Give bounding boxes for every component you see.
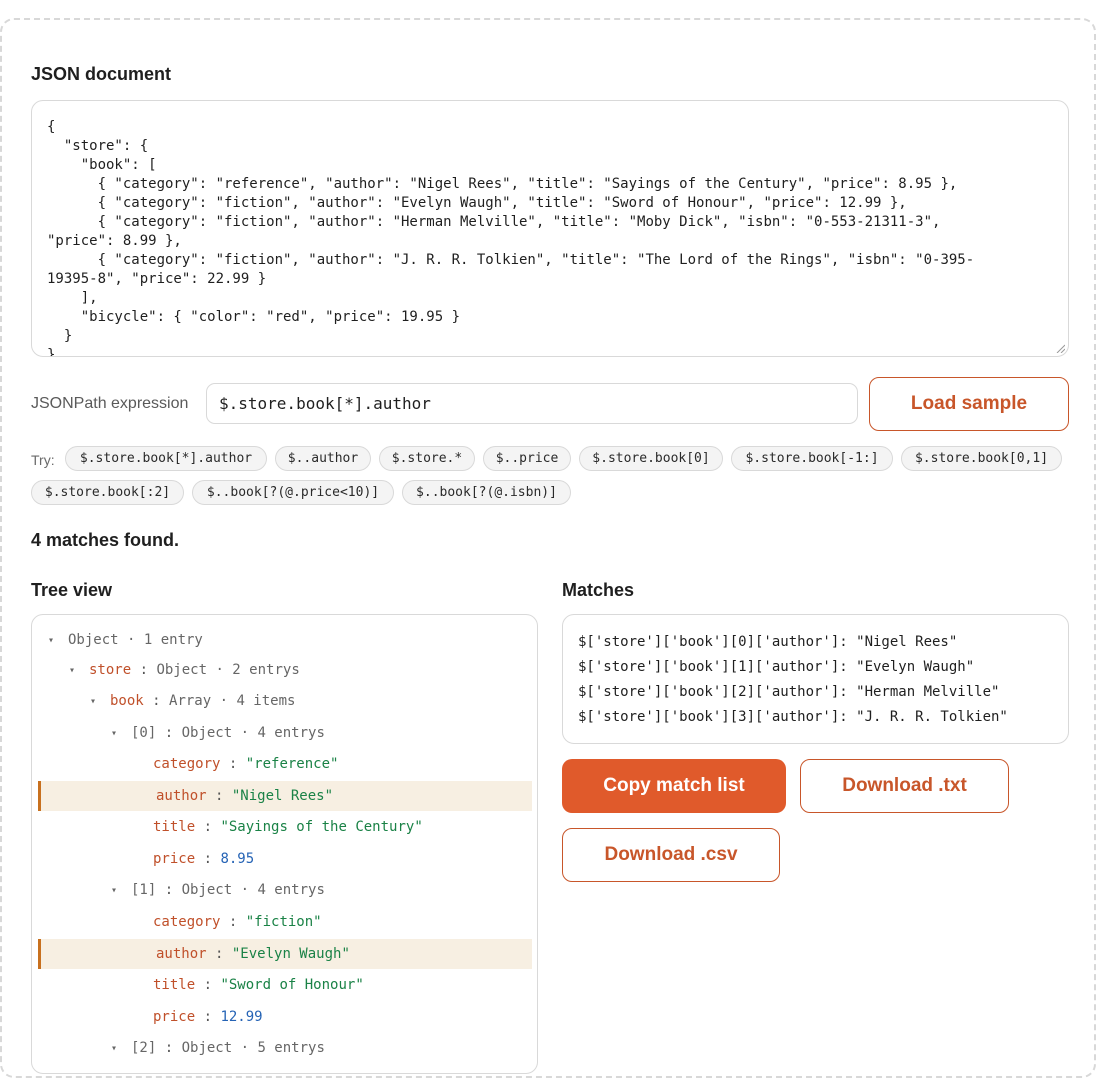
tree-view-panel: ▾ Object · 1 entry ▾ store : Object · 2 … bbox=[31, 614, 538, 1074]
tree-view-heading: Tree view bbox=[31, 580, 113, 600]
caret-down-icon[interactable]: ▾ bbox=[90, 696, 110, 707]
tree-node-root[interactable]: ▾ Object · 1 entry bbox=[38, 625, 542, 655]
tree-leaf[interactable]: category : "fiction" bbox=[38, 907, 647, 937]
download-txt-button[interactable]: Download .txt bbox=[800, 759, 1009, 813]
caret-down-icon[interactable]: ▾ bbox=[48, 635, 68, 646]
tree-leaf[interactable]: price : 12.99 bbox=[38, 1002, 647, 1032]
tree-leaf-matched[interactable]: author : "Evelyn Waugh" bbox=[38, 939, 532, 969]
tree-leaf-matched[interactable]: author : "Nigel Rees" bbox=[38, 781, 532, 811]
tree-leaf[interactable]: category : "reference" bbox=[38, 749, 647, 779]
example-chip[interactable]: $..author bbox=[275, 446, 371, 471]
caret-down-icon[interactable]: ▾ bbox=[111, 1043, 131, 1054]
tree-leaf[interactable]: title : "Sword of Honour" bbox=[38, 970, 647, 1000]
tree-node-book-0[interactable]: ▾ [0] : Object · 4 entrys bbox=[38, 718, 605, 748]
example-chip[interactable]: $.store.book[:2] bbox=[31, 480, 184, 505]
tree-leaf[interactable]: title : "Sayings of the Century" bbox=[38, 812, 647, 842]
caret-down-icon[interactable]: ▾ bbox=[111, 885, 131, 896]
tree-node-store[interactable]: ▾ store : Object · 2 entrys bbox=[38, 655, 563, 685]
example-chip[interactable]: $.store.book[*].author bbox=[65, 446, 267, 471]
caret-down-icon[interactable]: ▾ bbox=[111, 728, 131, 739]
match-count-status: 4 matches found. bbox=[31, 530, 180, 550]
resize-grip-icon[interactable] bbox=[1055, 343, 1065, 353]
example-chip[interactable]: $.store.book[0,1] bbox=[901, 446, 1062, 471]
example-chip[interactable]: $.store.book[0] bbox=[579, 446, 723, 471]
try-label: Try: bbox=[31, 452, 55, 468]
caret-down-icon[interactable]: ▾ bbox=[69, 665, 89, 676]
example-chip[interactable]: $..price bbox=[483, 446, 571, 471]
download-csv-button[interactable]: Download .csv bbox=[562, 828, 780, 882]
tree-node-book-2[interactable]: ▾ [2] : Object · 5 entrys bbox=[38, 1033, 605, 1063]
jsonpath-expression-label: JSONPath expression bbox=[31, 395, 189, 412]
matches-panel: $['store']['book'][0]['author']: "Nigel … bbox=[562, 614, 1069, 744]
example-chip[interactable]: $.store.* bbox=[379, 446, 475, 471]
json-document-content: { "store": { "book": [ { "category": "re… bbox=[47, 119, 975, 357]
tree-node-book[interactable]: ▾ book : Array · 4 items bbox=[38, 686, 584, 716]
matches-heading: Matches bbox=[562, 580, 635, 600]
load-sample-button[interactable]: Load sample bbox=[869, 377, 1069, 431]
match-line: $['store']['book'][2]['author']: "Herman… bbox=[578, 684, 1000, 700]
match-line: $['store']['book'][3]['author']: "J. R. … bbox=[578, 709, 1008, 725]
json-document-heading: JSON document bbox=[31, 64, 172, 84]
example-chip[interactable]: $..book[?(@.isbn)] bbox=[402, 480, 571, 505]
match-line: $['store']['book'][1]['author']: "Evelyn… bbox=[578, 659, 975, 675]
tree-leaf[interactable]: price : 8.95 bbox=[38, 844, 647, 874]
jsonpath-expression-input[interactable] bbox=[206, 383, 858, 424]
match-line: $['store']['book'][0]['author']: "Nigel … bbox=[578, 634, 958, 650]
example-chip[interactable]: $.store.book[-1:] bbox=[731, 446, 893, 471]
example-chip[interactable]: $..book[?(@.price<10)] bbox=[192, 480, 394, 505]
tree-node-book-1[interactable]: ▾ [1] : Object · 4 entrys bbox=[38, 875, 605, 905]
json-document-textarea[interactable]: { "store": { "book": [ { "category": "re… bbox=[31, 100, 1069, 357]
copy-match-list-button[interactable]: Copy match list bbox=[562, 759, 786, 813]
